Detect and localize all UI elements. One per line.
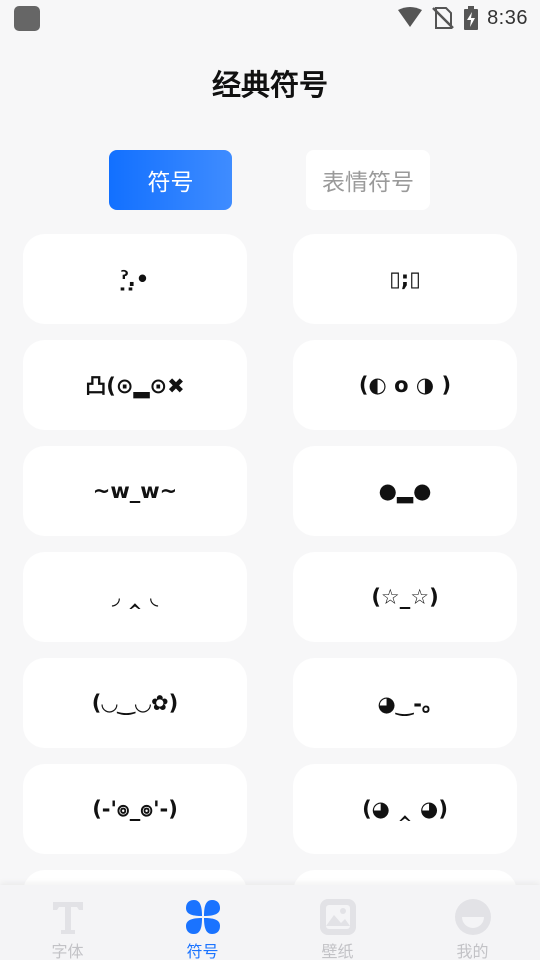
bottom-nav: 字体 符号 壁纸 我的 xyxy=(0,885,540,960)
status-indicators: 8:36 xyxy=(397,4,528,32)
tab-emoticons[interactable]: 表情符号 xyxy=(306,150,430,210)
symbol-card[interactable]: (◐ o ◑ ) xyxy=(293,340,517,430)
symbol-card[interactable]: ◞ ‸ ◟ xyxy=(23,552,247,642)
battery-icon xyxy=(464,6,479,30)
profile-icon xyxy=(454,899,491,935)
symbol-card[interactable]: (◕ ‸ ◕) xyxy=(293,764,517,854)
signal-icon xyxy=(398,7,423,27)
symbol-card[interactable]: (☆_☆) xyxy=(293,552,517,642)
tab-symbols[interactable]: 符号 xyxy=(109,150,232,210)
nav-label: 我的 xyxy=(456,942,489,960)
page-title: 经典符号 xyxy=(211,68,328,102)
symbol-card[interactable]: ◕‿-｡ xyxy=(293,658,517,748)
nav-label: 字体 xyxy=(51,942,84,960)
nav-item-fonts[interactable]: 字体 xyxy=(0,885,135,960)
symbol-card[interactable]: ▯;▯ xyxy=(293,234,517,324)
symbol-card[interactable]: ˀ̣.̣• xyxy=(23,234,247,324)
nav-item-profile[interactable]: 我的 xyxy=(405,885,540,960)
app-notification-icon xyxy=(14,6,40,31)
font-icon xyxy=(52,902,83,934)
symbol-card[interactable]: (◡‿◡✿) xyxy=(23,658,247,748)
no-sim-icon xyxy=(432,7,454,29)
symbol-card[interactable]: (-'๏_๏'-) xyxy=(23,764,247,854)
nav-item-symbols[interactable]: 符号 xyxy=(135,885,270,960)
nav-label: 符号 xyxy=(186,942,219,960)
symbol-card[interactable]: 凸(⊙▂⊙✖ xyxy=(23,340,247,430)
nav-label: 壁纸 xyxy=(321,942,354,960)
symbols-icon xyxy=(185,900,220,934)
nav-item-wallpaper[interactable]: 壁纸 xyxy=(270,885,405,960)
symbol-card[interactable]: ●▂● xyxy=(293,446,517,536)
wallpaper-icon xyxy=(319,899,356,935)
status-bar: 8:36 xyxy=(0,0,540,36)
status-time: 8:36 xyxy=(487,6,528,29)
symbol-card[interactable]: ~w_w~ xyxy=(23,446,247,536)
